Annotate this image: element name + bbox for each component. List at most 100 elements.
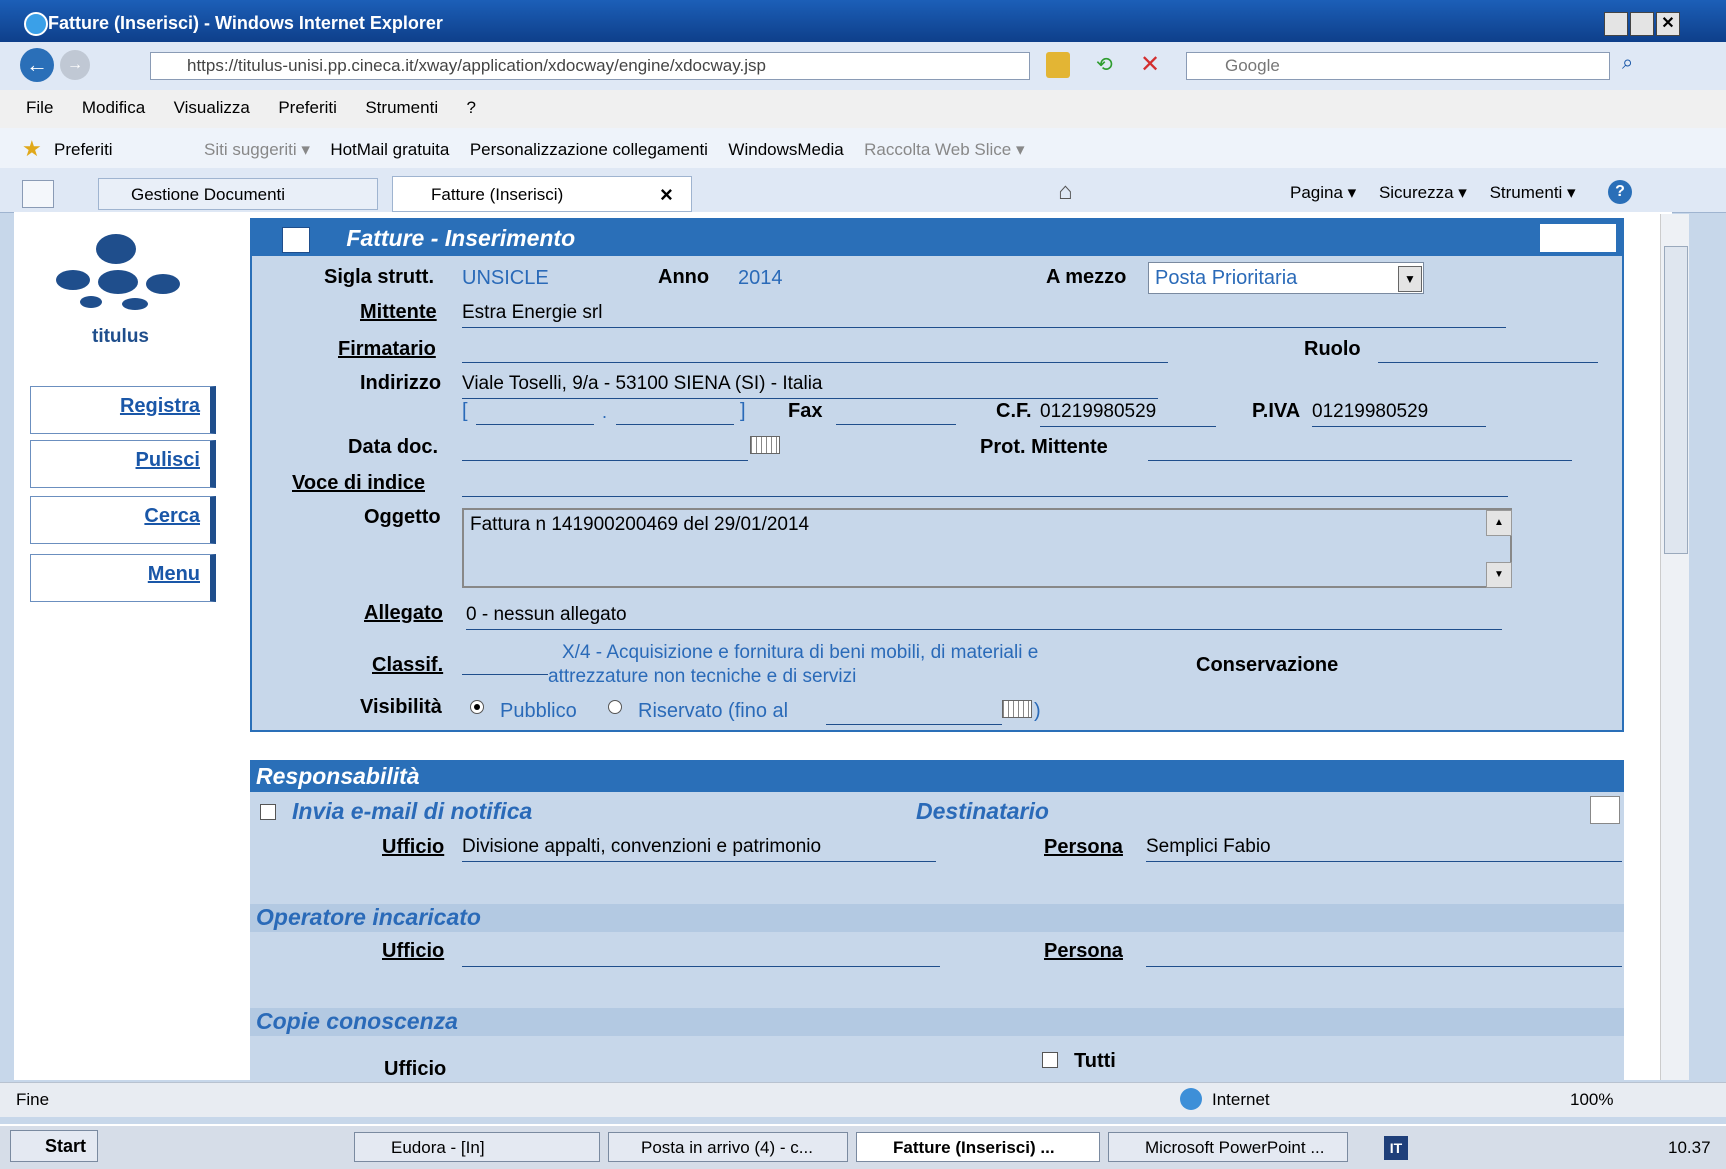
email-domain-field[interactable] bbox=[616, 402, 734, 425]
chevron-down-icon[interactable]: ▼ bbox=[1398, 266, 1422, 292]
fav-windowsmedia[interactable]: WindowsMedia bbox=[728, 140, 843, 160]
riservato-date-field[interactable] bbox=[826, 702, 1002, 725]
textarea-scroll-down-icon[interactable]: ▼ bbox=[1486, 562, 1512, 588]
cerca-button[interactable]: Cerca bbox=[30, 496, 216, 544]
fax-field[interactable] bbox=[836, 402, 956, 425]
riservato-radio[interactable] bbox=[608, 700, 622, 714]
menu-strumenti[interactable]: Strumenti bbox=[365, 98, 438, 118]
taskbar-fatture[interactable]: Fatture (Inserisci) ... bbox=[856, 1132, 1100, 1162]
dest-ufficio-value[interactable]: Divisione appalti, convenzioni e patrimo… bbox=[462, 836, 936, 862]
firmatario-label[interactable]: Firmatario bbox=[338, 338, 436, 361]
tab-fatture-inserisci[interactable]: Fatture (Inserisci) bbox=[392, 176, 692, 212]
allegato-label[interactable]: Allegato bbox=[364, 602, 443, 625]
dest-ufficio-label[interactable]: Ufficio bbox=[382, 836, 444, 859]
riservato-label[interactable]: Riservato (fino al bbox=[638, 700, 788, 723]
cf-value[interactable]: 01219980529 bbox=[1040, 401, 1216, 427]
menu-button[interactable]: Menu bbox=[30, 554, 216, 602]
internet-zone-icon bbox=[1180, 1088, 1202, 1110]
oggetto-value: Fattura n 141900200469 del 29/01/2014 bbox=[470, 514, 810, 535]
close-window-button[interactable]: ✕ bbox=[1656, 12, 1680, 36]
indirizzo-value[interactable]: Viale Toselli, 9/a - 53100 SIENA (SI) - … bbox=[462, 373, 1158, 399]
tutti-label[interactable]: Tutti bbox=[1074, 1050, 1116, 1073]
textarea-scroll-up-icon[interactable]: ▲ bbox=[1486, 510, 1512, 536]
pubblico-radio[interactable] bbox=[470, 700, 484, 714]
mittente-label[interactable]: Mittente bbox=[360, 301, 437, 324]
fav-siti-suggeriti[interactable]: Siti suggeriti ▾ bbox=[204, 140, 310, 160]
piva-value[interactable]: 01219980529 bbox=[1312, 401, 1486, 427]
fav-hotmail[interactable]: HotMail gratuita bbox=[330, 140, 449, 160]
menu-visualizza[interactable]: Visualizza bbox=[174, 98, 250, 118]
cmd-strumenti[interactable]: Strumenti ▾ bbox=[1490, 183, 1576, 202]
op-persona-label[interactable]: Persona bbox=[1044, 940, 1123, 963]
allegato-value[interactable]: 0 - nessun allegato bbox=[466, 604, 1502, 630]
pulisci-button[interactable]: Pulisci bbox=[30, 440, 216, 488]
tab-gestione-documenti[interactable]: Gestione Documenti bbox=[98, 178, 378, 210]
email-open-bracket: [ bbox=[462, 400, 468, 422]
cmd-sicurezza[interactable]: Sicurezza ▾ bbox=[1379, 183, 1467, 202]
tutti-checkbox[interactable] bbox=[1042, 1052, 1058, 1068]
calendar-icon[interactable] bbox=[750, 436, 780, 454]
dest-persona-value[interactable]: Semplici Fabio bbox=[1146, 836, 1622, 862]
menu-modifica[interactable]: Modifica bbox=[82, 98, 145, 118]
back-button[interactable]: ← bbox=[20, 48, 54, 82]
language-indicator[interactable]: IT bbox=[1384, 1136, 1408, 1160]
search-icon[interactable]: ⌕ bbox=[1622, 52, 1650, 80]
quick-tabs-icon[interactable] bbox=[22, 180, 54, 208]
zoom-level[interactable]: 100% bbox=[1570, 1090, 1613, 1110]
people-search-icon[interactable] bbox=[1590, 796, 1620, 824]
ruolo-field[interactable] bbox=[1378, 340, 1598, 363]
menu-preferiti[interactable]: Preferiti bbox=[278, 98, 337, 118]
notifica-checkbox[interactable] bbox=[260, 804, 276, 820]
stop-icon[interactable]: ✕ bbox=[1140, 50, 1168, 78]
address-field[interactable]: https://titulus-unisi.pp.cineca.it/xway/… bbox=[150, 52, 1030, 80]
mezzo-select[interactable]: Posta Prioritaria bbox=[1148, 262, 1424, 294]
home-icon[interactable]: ⌂ bbox=[1058, 178, 1073, 206]
cmd-pagina[interactable]: Pagina ▾ bbox=[1290, 183, 1356, 202]
op-ufficio-label[interactable]: Ufficio bbox=[382, 940, 444, 963]
taskbar-powerpoint[interactable]: Microsoft PowerPoint ... bbox=[1108, 1132, 1348, 1162]
calendar-icon[interactable] bbox=[1002, 700, 1032, 718]
maximize-button[interactable] bbox=[1630, 12, 1654, 36]
refresh-icon[interactable]: ⟲ bbox=[1096, 52, 1124, 78]
op-ufficio-field[interactable] bbox=[462, 944, 940, 967]
minimize-button[interactable] bbox=[1604, 12, 1628, 36]
datadoc-field[interactable] bbox=[462, 438, 748, 461]
op-persona-field[interactable] bbox=[1146, 944, 1622, 967]
dest-persona-label[interactable]: Persona bbox=[1044, 836, 1123, 859]
scrollbar-thumb[interactable] bbox=[1664, 246, 1688, 554]
classif-label[interactable]: Classif. bbox=[372, 654, 443, 677]
forward-button[interactable]: → bbox=[60, 50, 90, 80]
favorites-button[interactable]: Preferiti bbox=[54, 140, 113, 160]
email-user-field[interactable] bbox=[476, 402, 594, 425]
close-tab-icon[interactable]: × bbox=[660, 182, 673, 208]
clock[interactable]: 10.37 bbox=[1668, 1138, 1711, 1158]
logo-text: titulus bbox=[92, 326, 149, 347]
start-button[interactable]: Start bbox=[10, 1130, 98, 1162]
lock-icon[interactable] bbox=[1046, 52, 1070, 78]
form-options-icon[interactable] bbox=[1540, 224, 1616, 252]
notifica-label[interactable]: Invia e-mail di notifica bbox=[292, 798, 532, 825]
fav-raccolta[interactable]: Raccolta Web Slice ▾ bbox=[864, 140, 1024, 160]
window-title: Fatture (Inserisci) - Windows Internet E… bbox=[48, 13, 443, 33]
menu-file[interactable]: File bbox=[26, 98, 53, 118]
commandbar-items: Pagina ▾ Sicurezza ▾ Strumenti ▾ bbox=[1290, 183, 1576, 203]
classif-code-field[interactable] bbox=[462, 652, 548, 675]
pubblico-label[interactable]: Pubblico bbox=[500, 700, 577, 723]
taskbar-eudora[interactable]: Eudora - [In] bbox=[354, 1132, 600, 1162]
mittente-value[interactable]: Estra Energie srl bbox=[462, 302, 1506, 328]
visibilita-label: Visibilità bbox=[360, 696, 442, 718]
firmatario-field[interactable] bbox=[462, 340, 1168, 363]
taskbar-posta[interactable]: Posta in arrivo (4) - c... bbox=[608, 1132, 848, 1162]
menu-help[interactable]: ? bbox=[467, 98, 476, 118]
voce-field[interactable] bbox=[462, 474, 1508, 497]
search-field[interactable]: Google bbox=[1186, 52, 1610, 80]
prot-field[interactable] bbox=[1148, 438, 1572, 461]
anno-value: 2014 bbox=[738, 267, 783, 289]
registra-button[interactable]: Registra bbox=[30, 386, 216, 434]
piva-label: P.IVA bbox=[1252, 400, 1301, 422]
oggetto-textarea[interactable]: Fattura n 141900200469 del 29/01/2014 bbox=[462, 508, 1512, 588]
voce-label[interactable]: Voce di indice bbox=[292, 472, 425, 495]
favorites-items: Siti suggeriti ▾ HotMail gratuita Person… bbox=[204, 140, 1040, 160]
help-icon[interactable]: ? bbox=[1608, 180, 1632, 204]
fav-personalizzazione[interactable]: Personalizzazione collegamenti bbox=[470, 140, 708, 160]
